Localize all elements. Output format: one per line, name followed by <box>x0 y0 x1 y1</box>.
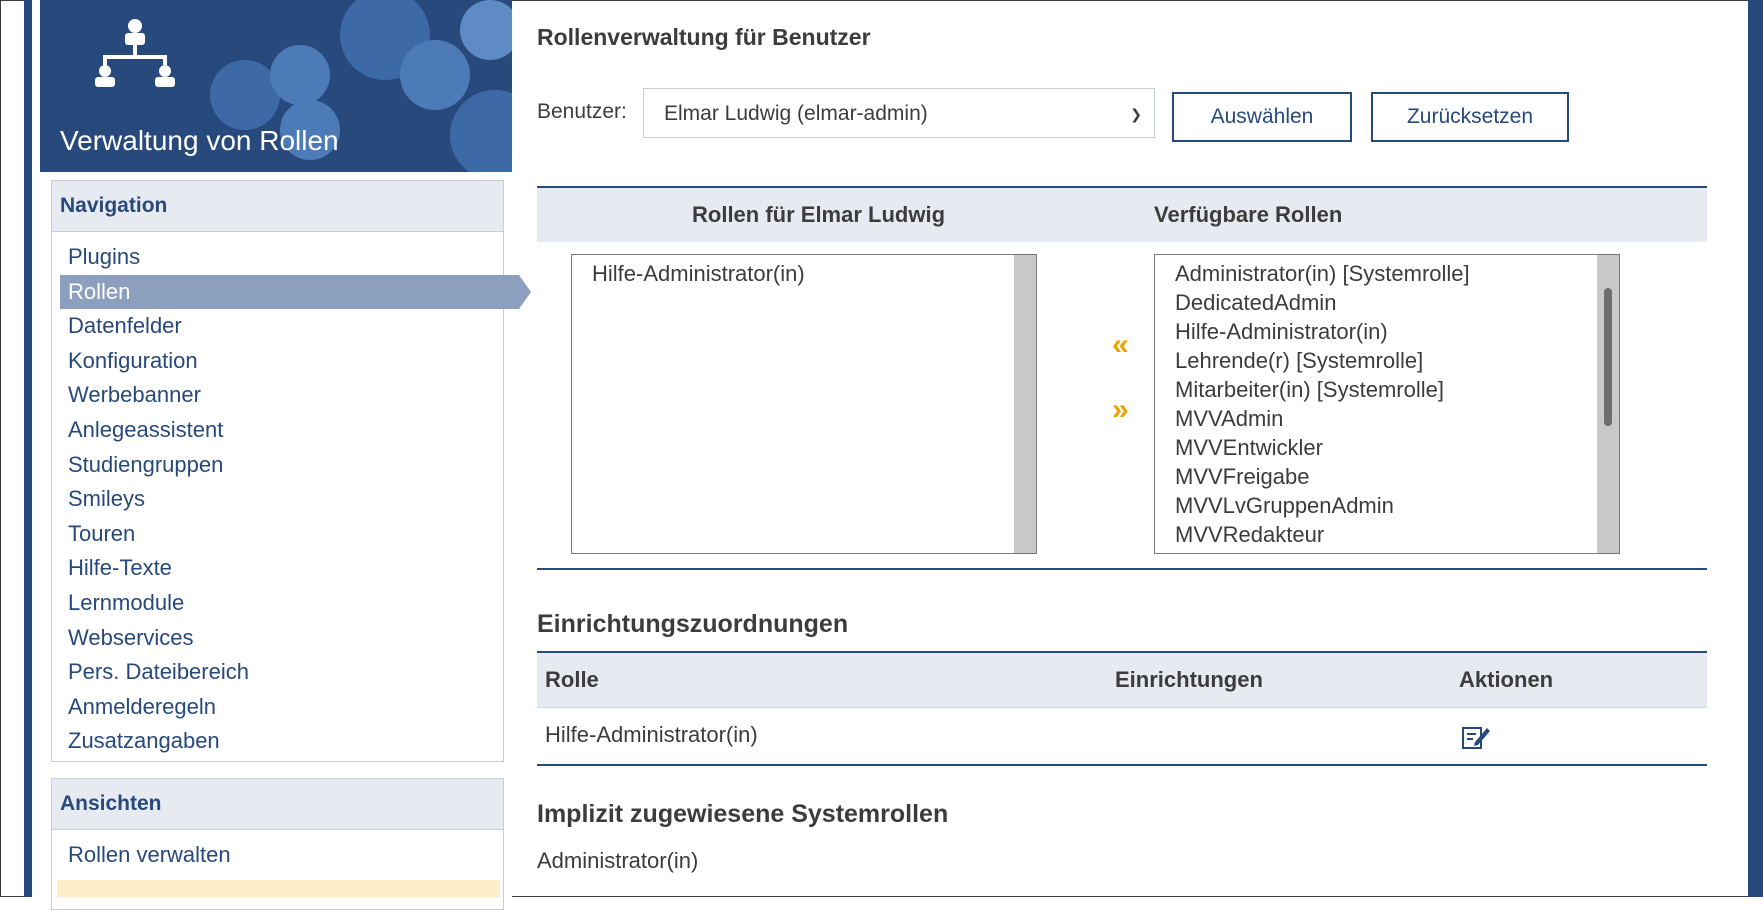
list-item[interactable]: Mitarbeiter(in) [Systemrolle] <box>1155 375 1619 404</box>
institutions-table: Rolle Einrichtungen Aktionen Hilfe-Admin… <box>537 651 1707 766</box>
sidebar-item-touren[interactable]: Touren <box>52 517 503 552</box>
sidebar-item-lernmodule[interactable]: Lernmodule <box>52 586 503 621</box>
assigned-roles-list[interactable]: Hilfe-Administrator(in) <box>571 254 1037 554</box>
sidebar-item-konfiguration[interactable]: Konfiguration <box>52 344 503 379</box>
navigation-heading: Navigation <box>52 181 503 232</box>
sidebar-title: Verwaltung von Rollen <box>60 125 339 156</box>
sidebar-item-anlegeassistent[interactable]: Anlegeassistent <box>52 413 503 448</box>
views-heading: Ansichten <box>52 779 503 830</box>
reset-button[interactable]: Zurücksetzen <box>1371 92 1569 142</box>
active-view-highlight <box>57 880 500 897</box>
sidebar-header: Verwaltung von Rollen <box>40 0 512 172</box>
list-item[interactable]: MVVLvGruppenAdmin <box>1155 491 1619 520</box>
row-role: Hilfe-Administrator(in) <box>545 722 758 747</box>
assigned-roles-scrollbar[interactable] <box>1014 255 1036 553</box>
select-user-button[interactable]: Auswählen <box>1172 92 1352 142</box>
main-content: Rollenverwaltung für Benutzer Benutzer: … <box>537 0 1707 897</box>
sidebar-item-studiengruppen[interactable]: Studiengruppen <box>52 448 503 483</box>
implicit-roles-heading: Implizit zugewiesene Systemrollen <box>537 800 949 828</box>
page-title: Rollenverwaltung für Benutzer <box>537 24 871 50</box>
list-item[interactable]: Hilfe-Administrator(in) <box>572 259 1036 288</box>
move-right-icon[interactable]: » <box>1112 393 1129 427</box>
list-item[interactable]: MVVEntwickler <box>1155 433 1619 462</box>
list-item[interactable]: MVVAdmin <box>1155 404 1619 433</box>
column-header-role: Rolle <box>545 667 599 692</box>
chevron-down-icon: ❯ <box>1130 106 1142 122</box>
sidebar-item-smileys[interactable]: Smileys <box>52 482 503 517</box>
column-header-actions: Aktionen <box>1459 667 1554 692</box>
list-item[interactable]: Administrator(in) [Systemrolle] <box>1155 259 1619 288</box>
sidebar-item-plugins[interactable]: Plugins <box>52 240 503 275</box>
views-list: Rollen verwalten <box>52 830 503 877</box>
user-label: Benutzer: <box>537 100 627 123</box>
sidebar-item-werbebanner[interactable]: Werbebanner <box>52 378 503 413</box>
list-item[interactable]: DedicatedAdmin <box>1155 288 1619 317</box>
scrollbar-thumb[interactable] <box>1604 288 1612 426</box>
list-item[interactable]: Hilfe-Administrator(in) <box>1155 317 1619 346</box>
user-selection-row: Benutzer: Elmar Ludwig (elmar-admin) ❯ A… <box>537 88 1707 148</box>
assigned-roles-heading: Rollen für Elmar Ludwig <box>692 202 946 227</box>
sidebar-item-datenfelder[interactable]: Datenfelder <box>52 309 503 344</box>
sidebar-item-anmelderegeln[interactable]: Anmelderegeln <box>52 690 503 725</box>
list-item[interactable]: MVVFreigabe <box>1155 462 1619 491</box>
institutions-heading: Einrichtungszuordnungen <box>537 610 849 638</box>
sidebar-item-rollen[interactable]: Rollen <box>60 274 531 310</box>
right-edge-bar <box>1748 0 1763 897</box>
sidebar-item-webservices[interactable]: Webservices <box>52 621 503 656</box>
table-row: Hilfe-Administrator(in) <box>537 708 1707 764</box>
edit-icon[interactable] <box>1461 724 1491 750</box>
available-roles-heading: Verfügbare Rollen <box>1154 202 1343 227</box>
sidebar-item-pers-dateibereich[interactable]: Pers. Dateibereich <box>52 655 503 690</box>
user-select-value: Elmar Ludwig (elmar-admin) <box>664 102 928 125</box>
view-item-rollen-verwalten[interactable]: Rollen verwalten <box>52 838 503 873</box>
available-roles-list[interactable]: Administrator(in) [Systemrolle] Dedicated… <box>1154 254 1620 554</box>
institutions-table-header: Rolle Einrichtungen Aktionen <box>537 653 1707 708</box>
implicit-role: Administrator(in) <box>537 848 699 873</box>
column-header-institutions: Einrichtungen <box>1115 667 1263 692</box>
navigation-box: Navigation Plugins Rollen Datenfelder Konfi… <box>51 180 531 763</box>
navigation-list: Plugins Rollen Datenfelder Konfiguration Wer… <box>52 232 531 763</box>
role-assignment-box: Rollen für Elmar Ludwig Verfügbare Rolle… <box>537 186 1707 570</box>
sidebar-item-zusatzangaben[interactable]: Zusatzangaben <box>52 724 503 759</box>
role-assignment-header: Rollen für Elmar Ludwig Verfügbare Rolle… <box>537 188 1707 242</box>
available-roles-scrollbar[interactable] <box>1597 255 1619 553</box>
left-edge-bar <box>24 0 32 897</box>
user-select[interactable]: Elmar Ludwig (elmar-admin) ❯ <box>643 88 1155 138</box>
list-item[interactable]: MVVRedakteur <box>1155 520 1619 549</box>
list-item[interactable]: Lehrende(r) [Systemrolle] <box>1155 346 1619 375</box>
sidebar-item-hilfe-texte[interactable]: Hilfe-Texte <box>52 551 503 586</box>
hierarchy-icon <box>95 19 175 87</box>
sidebar: Verwaltung von Rollen Navigation Plugins… <box>32 0 531 910</box>
move-left-icon[interactable]: « <box>1112 328 1129 362</box>
